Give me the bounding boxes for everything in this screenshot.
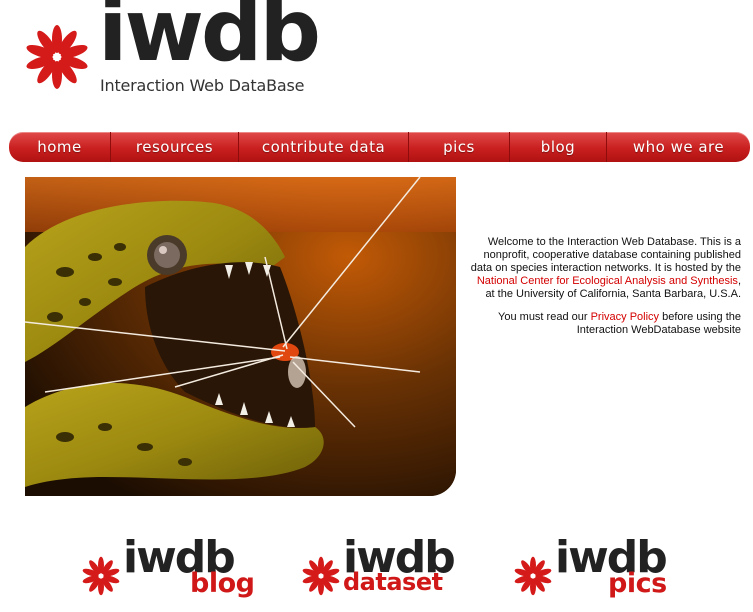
privacy-pre: You must read our <box>498 311 588 323</box>
red-flower-icon <box>302 556 340 596</box>
nav-blog[interactable]: blog <box>510 132 607 162</box>
welcome-text: Welcome to the Interaction Web Database.… <box>468 236 741 347</box>
nav-home[interactable]: home <box>9 132 111 162</box>
site-logo[interactable]: iwdb Interaction Web DataBase <box>20 0 321 100</box>
nav-who-we-are[interactable]: who we are <box>607 132 750 162</box>
nav-contribute-data[interactable]: contribute data <box>239 132 409 162</box>
welcome-intro: Welcome to the Interaction Web Database.… <box>470 236 741 274</box>
nceas-link[interactable]: National Center for Ecological Analysis … <box>477 275 738 287</box>
nav-resources[interactable]: resources <box>111 132 239 162</box>
red-flower-icon <box>514 556 552 596</box>
main-nav: home resources contribute data pics blog… <box>9 132 750 162</box>
privacy-policy-link[interactable]: Privacy Policy <box>591 311 659 323</box>
iwdb-dataset-logo[interactable]: iwdb dataset <box>300 536 460 608</box>
iwdb-pics-logo[interactable]: iwdb pics <box>512 536 677 608</box>
iwdb-blog-logo[interactable]: iwdb blog <box>80 536 255 608</box>
page: iwdb Interaction Web DataBase home resou… <box>0 0 753 612</box>
red-flower-icon <box>26 25 88 89</box>
sublogo-tag-pics: pics <box>608 568 667 599</box>
sublogo-tag-blog: blog <box>190 568 255 599</box>
eel-shrimp-image <box>25 177 456 496</box>
red-flower-icon <box>82 556 120 596</box>
hero-photo <box>25 177 456 496</box>
logo-wordmark: iwdb <box>98 0 321 81</box>
nav-pics[interactable]: pics <box>409 132 510 162</box>
privacy-paragraph: You must read our Privacy Policy before … <box>468 311 741 337</box>
welcome-paragraph: Welcome to the Interaction Web Database.… <box>468 236 741 301</box>
sublogo-tag-dataset: dataset <box>343 568 443 596</box>
logo-subtitle: Interaction Web DataBase <box>100 76 305 95</box>
